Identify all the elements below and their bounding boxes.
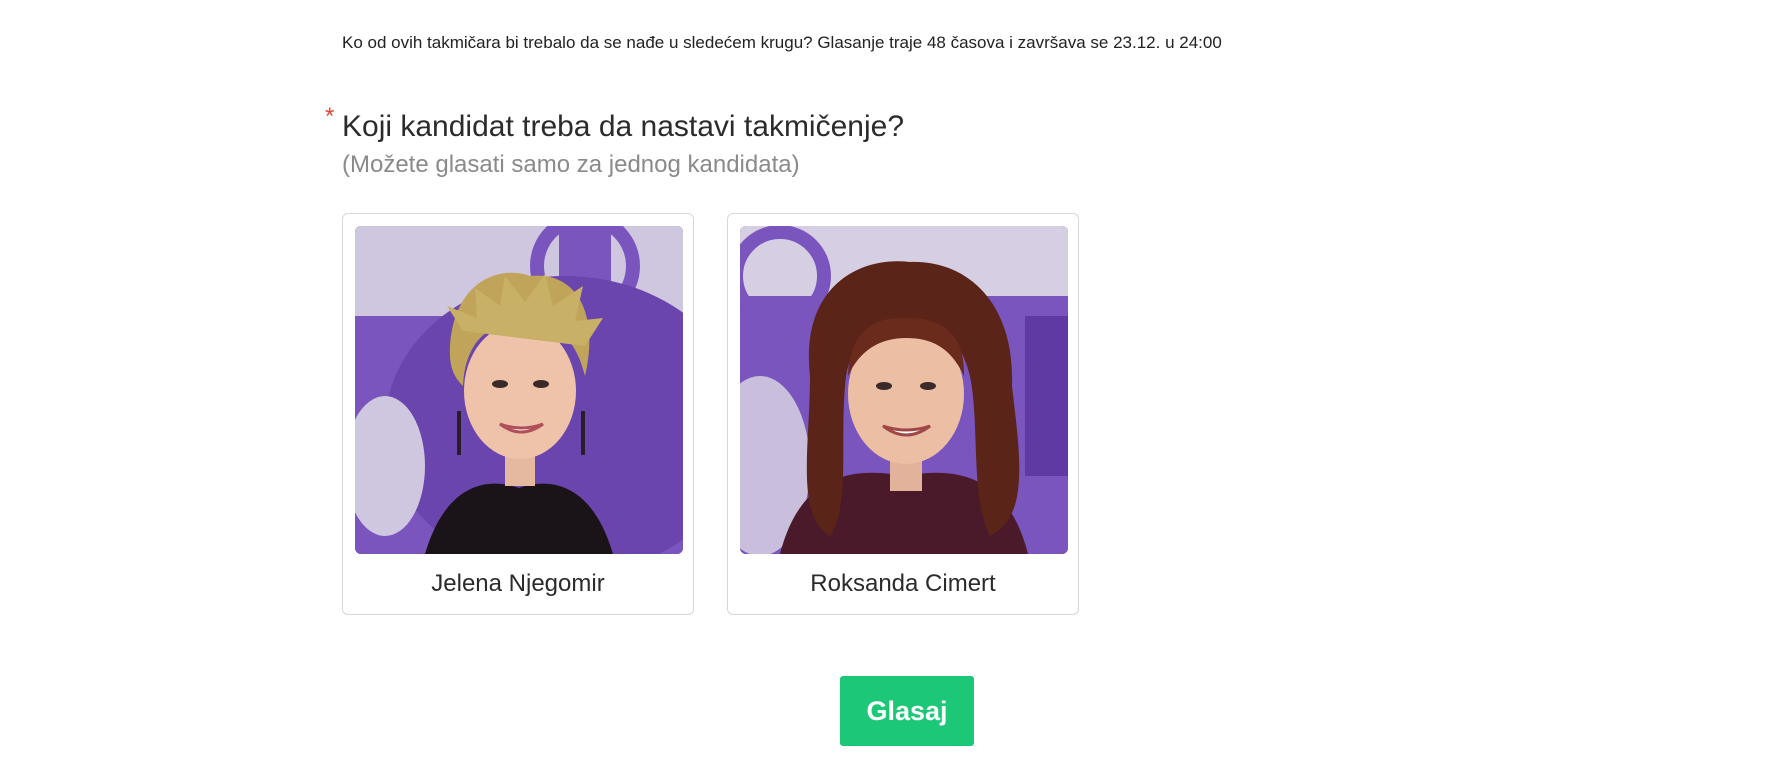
voting-intro-text: Ko od ovih takmičara bi trebalo da se na… xyxy=(342,33,1222,52)
question-hint: (Možete glasati samo za jednog kandidata… xyxy=(342,151,800,178)
candidate-photo[interactable] xyxy=(355,226,683,554)
voting-page: Ko od ovih takmičara bi trebalo da se na… xyxy=(0,0,1781,772)
question-title: Koji kandidat treba da nastavi takmičenj… xyxy=(342,110,905,143)
required-marker: * xyxy=(325,103,335,130)
question-block: * Koji kandidat treba da nastavi takmiče… xyxy=(325,105,905,180)
candidate-card-roksanda-cimert[interactable]: Roksanda Cimert xyxy=(727,213,1079,615)
candidate-list: Jelena Njegomir Roksanda Cimert xyxy=(342,213,1079,615)
candidate-name: Jelena Njegomir xyxy=(431,570,605,597)
candidate-name: Roksanda Cimert xyxy=(810,570,996,597)
candidate-card-jelena-njegomir[interactable]: Jelena Njegomir xyxy=(342,213,694,615)
candidate-photo[interactable] xyxy=(740,226,1068,554)
vote-button[interactable]: Glasaj xyxy=(840,676,974,746)
